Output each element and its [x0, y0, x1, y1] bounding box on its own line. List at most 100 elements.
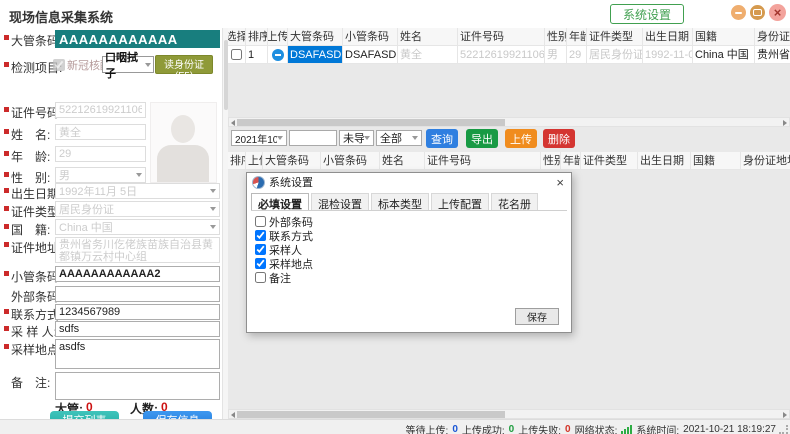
birth-date-picker[interactable]: 1992年11月 5日	[55, 183, 220, 199]
id-type-select[interactable]: 居民身份证	[55, 201, 220, 217]
column-header: 姓名	[398, 28, 458, 46]
scroll-left-icon[interactable]	[231, 412, 235, 418]
chevron-down-icon	[210, 225, 216, 229]
tab-roster[interactable]: 花名册	[491, 193, 538, 210]
scope-filter-select[interactable]: 全部	[376, 130, 422, 146]
query-toolbar: 2021年10月21日 未导 全部 查询 导出 上传 删除	[228, 128, 790, 152]
sampler-input[interactable]	[55, 321, 220, 337]
external-code-row: 外部条码:	[0, 286, 222, 304]
system-time-label: 系统时间:	[636, 422, 679, 434]
column-header: 身份证地址	[741, 152, 790, 170]
id-address-row: 证件地址: 贵州省务川仡佬族苗族自治县黄都镇万云村中心组	[0, 237, 222, 263]
status-bar: 等待上传: 0 上传成功: 0 上传失败: 0 网络状态: 系统时间: 2021…	[0, 419, 790, 434]
tab-required-settings[interactable]: 必填设置	[251, 193, 309, 210]
cell-id-type: 居民身份证	[587, 46, 643, 64]
nationality-select[interactable]: China 中国	[55, 219, 220, 235]
tab-specimen-type[interactable]: 标本类型	[371, 193, 429, 210]
scroll-right-icon[interactable]	[783, 412, 787, 418]
cell-address: 贵州省务川仡佬族苗族自治县黄都镇万云村中心组	[755, 46, 790, 64]
column-header: 上传	[246, 152, 263, 170]
age-input[interactable]	[55, 146, 146, 162]
sample-site-textarea[interactable]: asdfs	[55, 339, 220, 369]
dialog-logo-icon	[252, 176, 265, 189]
cell-birth: 1992-11-05	[643, 46, 693, 64]
maximize-button[interactable]	[750, 5, 765, 20]
small-tube-row: 小管条码:	[0, 266, 222, 284]
test-item-row: 检测项目: 新冠核酸 口咽拭子 读身份证 (F5)	[0, 57, 222, 75]
name-input[interactable]	[55, 124, 146, 140]
option-sample-site[interactable]: 采样地点	[255, 257, 313, 270]
option-contact[interactable]: 联系方式	[255, 229, 313, 242]
swab-type-select[interactable]: 口咽拭子	[102, 56, 154, 73]
delete-button[interactable]: 删除	[543, 129, 575, 148]
cell-sort: 1	[246, 46, 268, 64]
chevron-down-icon	[145, 63, 151, 67]
query-button[interactable]: 查询	[426, 129, 458, 148]
chevron-down-icon	[210, 207, 216, 211]
required-marker	[4, 271, 9, 276]
tab-mixed-test-settings[interactable]: 混检设置	[311, 193, 369, 210]
column-header: 选择	[228, 28, 246, 46]
resize-grip-icon[interactable]	[779, 425, 788, 434]
column-header: 出生日期	[643, 28, 693, 46]
id-type-row: 证件类型: 居民身份证	[0, 201, 222, 219]
option-checkbox[interactable]	[255, 230, 266, 241]
top-table-hscrollbar[interactable]	[228, 117, 790, 127]
gender-select[interactable]: 男	[55, 167, 146, 183]
required-marker	[4, 172, 9, 177]
column-header: 排序	[228, 152, 246, 170]
close-button[interactable]: ×	[769, 4, 786, 21]
remark-textarea[interactable]	[55, 372, 220, 400]
required-marker	[4, 188, 9, 193]
minimize-button[interactable]	[731, 5, 746, 20]
column-header: 年龄	[561, 152, 581, 170]
scroll-left-icon[interactable]	[231, 120, 235, 126]
id-number-input[interactable]	[55, 102, 146, 118]
covid-test-checkbox[interactable]	[53, 59, 65, 71]
cell-big-tube-selected[interactable]: DSAFASDFAAAS	[288, 46, 343, 64]
system-time-value: 2021-10-21 18:19:27	[683, 424, 776, 434]
external-code-input[interactable]	[55, 286, 220, 302]
option-sampler[interactable]: 采样人	[255, 243, 313, 256]
scrollbar-thumb[interactable]	[237, 119, 505, 126]
row-select-checkbox[interactable]	[231, 49, 242, 60]
cell-id-number: 522126199211061531	[458, 46, 545, 64]
cell-gender: 男	[545, 46, 567, 64]
date-picker[interactable]: 2021年10月21日	[231, 130, 287, 146]
dialog-save-button[interactable]: 保存	[515, 308, 559, 325]
upload-button[interactable]: 上传	[505, 129, 537, 148]
column-header: 小管条码	[321, 152, 380, 170]
scroll-right-icon[interactable]	[783, 120, 787, 126]
barcode-search-input[interactable]	[289, 130, 337, 146]
maximize-icon	[753, 9, 762, 16]
scrollbar-thumb[interactable]	[237, 411, 505, 418]
option-remark[interactable]: 备注	[255, 271, 313, 284]
tab-upload-config[interactable]: 上传配置	[431, 193, 489, 210]
photo-silhouette-head	[171, 115, 195, 143]
option-checkbox[interactable]	[255, 272, 266, 283]
read-id-card-button[interactable]: 读身份证 (F5)	[155, 55, 213, 74]
wait-upload-value: 0	[452, 424, 458, 434]
cell-name: 黄全	[398, 46, 458, 64]
small-tube-input[interactable]	[55, 266, 220, 282]
column-header: 上传	[268, 28, 288, 46]
export-button[interactable]: 导出	[466, 129, 498, 148]
column-header: 身份证地址	[755, 28, 790, 46]
option-checkbox[interactable]	[255, 216, 266, 227]
option-external-code[interactable]: 外部条码	[255, 215, 313, 228]
option-checkbox[interactable]	[255, 258, 266, 269]
table-row[interactable]: 1 DSAFASDFAAAS DSAFASDFAAAS1 黄全 52212619…	[228, 46, 790, 64]
required-marker	[4, 344, 9, 349]
big-tube-input[interactable]: AAAAAAAAAAAA	[55, 30, 220, 48]
bottom-table-hscrollbar[interactable]	[228, 409, 790, 419]
option-checkbox[interactable]	[255, 244, 266, 255]
column-header: 大管条码	[263, 152, 321, 170]
id-address-textarea[interactable]: 贵州省务川仡佬族苗族自治县黄都镇万云村中心组	[55, 237, 220, 263]
export-filter-select[interactable]: 未导	[339, 130, 374, 146]
contact-input[interactable]	[55, 304, 220, 320]
column-header: 姓名	[380, 152, 425, 170]
column-header: 性别	[545, 28, 567, 46]
dialog-close-icon[interactable]: ×	[554, 176, 566, 189]
system-settings-button[interactable]: 系统设置	[610, 4, 684, 24]
column-header: 国籍	[691, 152, 741, 170]
